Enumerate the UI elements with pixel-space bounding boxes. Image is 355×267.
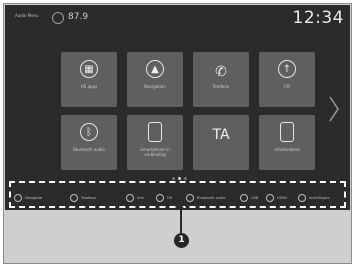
tile-navigation[interactable]: ▲ Navigation xyxy=(127,52,183,107)
ta-label: TA xyxy=(212,127,230,143)
tile-hs-apps[interactable]: ▦ HS apps xyxy=(61,52,117,107)
navigation-icon: ▲ xyxy=(146,60,164,78)
page-dot xyxy=(172,177,175,180)
tile-label: Smartphone in verbinding xyxy=(140,147,170,157)
fm-radio-icon: ↑ xyxy=(278,60,296,78)
callout-leader-line xyxy=(180,208,182,233)
tile-smartphone[interactable]: Smartphone in verbinding xyxy=(127,115,183,170)
tile-label: HS apps xyxy=(80,84,98,89)
audio-source-button[interactable]: Audio Menu xyxy=(15,13,39,18)
tile-info[interactable]: Info/bediend xyxy=(259,115,315,170)
clock: 12:34 xyxy=(292,8,344,28)
page-dot xyxy=(184,177,187,180)
tile-telefoon[interactable]: ✆ Telefoon xyxy=(193,52,249,107)
tile-label: Navigation xyxy=(144,84,166,89)
phone-icon: ✆ xyxy=(215,64,227,80)
callout-number: 1 xyxy=(174,233,189,248)
tile-label: Info/bediend xyxy=(274,147,300,152)
radio-icon xyxy=(52,12,64,24)
tile-ta[interactable]: TA xyxy=(193,115,249,170)
tile-fm[interactable]: ↑ FM xyxy=(259,52,315,107)
bluetooth-icon: ᛒ xyxy=(80,123,98,141)
home-menu-grid: ▦ HS apps ▲ Navigation ✆ Telefoon ↑ FM ᛒ… xyxy=(61,52,317,173)
next-page-arrow-icon[interactable] xyxy=(328,95,340,123)
infotainment-screen: Audio Menu 87.9 12:34 ▦ HS apps ▲ Naviga… xyxy=(5,5,350,210)
tile-label: FM xyxy=(284,84,290,89)
tile-label: Bluetooth audio xyxy=(73,147,105,152)
page-dot-active xyxy=(178,177,181,180)
apps-icon: ▦ xyxy=(80,60,98,78)
status-bar: Audio Menu 87.9 12:34 xyxy=(5,5,350,31)
tile-bluetooth-audio[interactable]: ᛒ Bluetooth audio xyxy=(61,115,117,170)
info-icon xyxy=(280,122,294,142)
frequency-readout: 87.9 xyxy=(68,12,89,22)
smartphone-icon xyxy=(148,122,162,142)
tile-label: Telefoon xyxy=(212,84,230,89)
